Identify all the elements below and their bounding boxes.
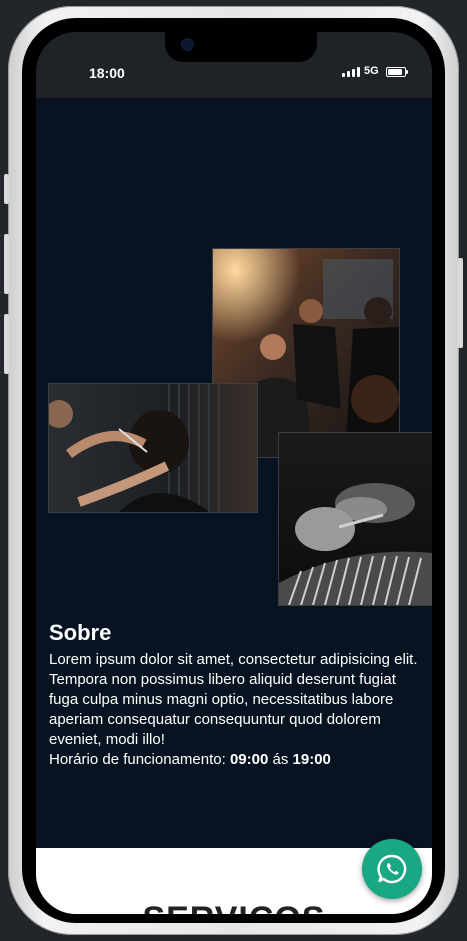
opening-time: 09:00 xyxy=(229,751,269,768)
battery-icon xyxy=(386,67,408,77)
mute-switch xyxy=(4,174,9,204)
notch xyxy=(165,32,317,62)
closing-time: 19:00 xyxy=(292,751,331,768)
volume-up-button xyxy=(4,234,9,294)
about-section: Sobre Lorem ipsum dolor sit amet, consec… xyxy=(36,98,432,848)
opening-hours: Horário de funcionamento: 09:00 ás 19:00 xyxy=(49,750,424,770)
about-text: Lorem ipsum dolor sit amet, consectetur … xyxy=(49,651,418,748)
phone-frame: 18:00 5G Sobre Lorem ipsum dolor sit ame… xyxy=(4,6,463,935)
whatsapp-button[interactable] xyxy=(362,839,422,899)
screen: 18:00 5G Sobre Lorem ipsum dolor sit ame… xyxy=(36,32,432,914)
front-camera xyxy=(183,40,192,49)
status-bar: 18:00 5G xyxy=(36,32,432,98)
about-content: Sobre Lorem ipsum dolor sit amet, consec… xyxy=(49,620,424,770)
opening-hours-label: Horário de funcionamento: xyxy=(49,751,226,768)
whatsapp-icon xyxy=(377,854,407,884)
power-button xyxy=(458,258,463,348)
services-title: SERVIÇOS xyxy=(36,900,432,914)
volume-down-button xyxy=(4,314,9,374)
signal-icon xyxy=(342,67,360,77)
shave-photo xyxy=(278,432,432,606)
hours-separator: ás xyxy=(272,751,289,768)
status-time: 18:00 xyxy=(89,65,125,81)
haircut-photo xyxy=(48,383,258,513)
about-title: Sobre xyxy=(49,620,112,645)
battery-level xyxy=(388,69,402,75)
network-type: 5G xyxy=(364,65,379,77)
phone-bezel: 18:00 5G Sobre Lorem ipsum dolor sit ame… xyxy=(22,18,445,923)
